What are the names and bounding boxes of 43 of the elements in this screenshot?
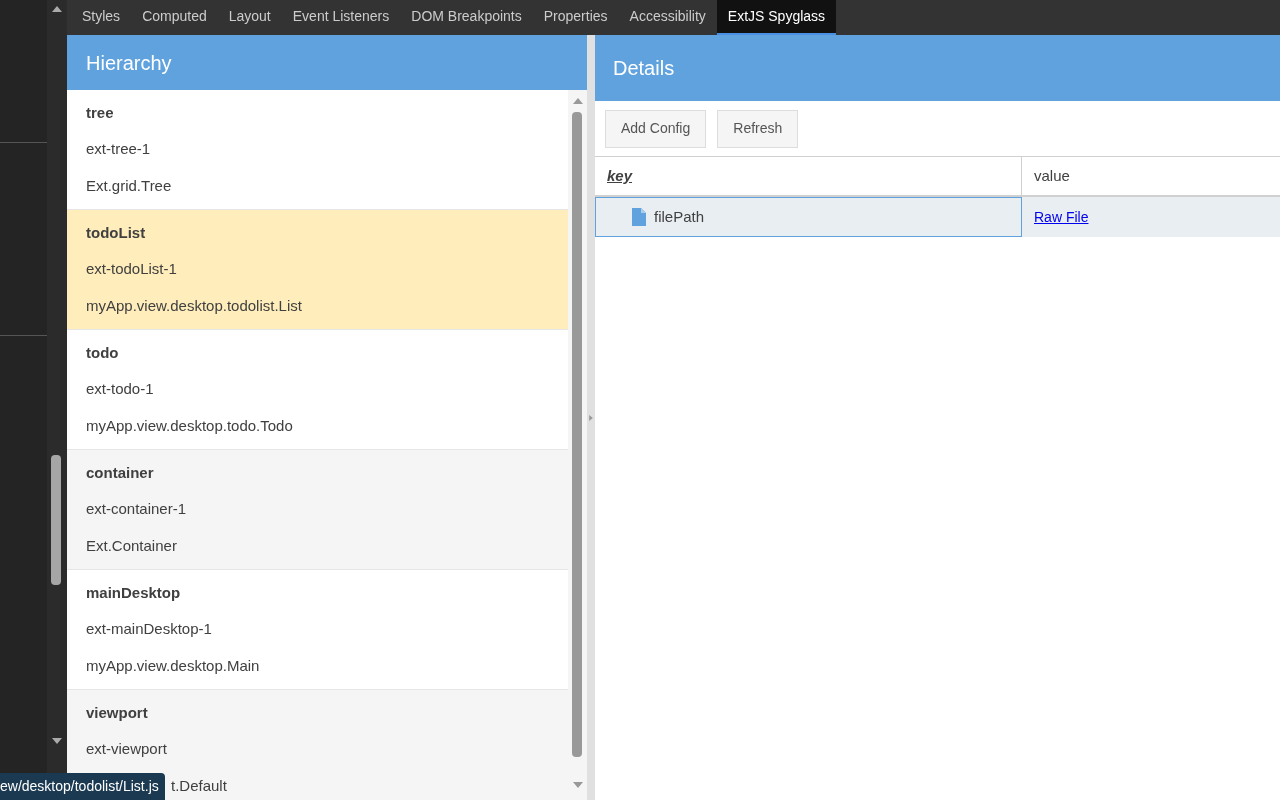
file-icon bbox=[632, 208, 646, 226]
column-header[interactable]: key bbox=[595, 157, 1022, 195]
item-class: myApp.view.desktop.todolist.List bbox=[86, 295, 303, 316]
raw-file-link[interactable]: Raw File bbox=[1034, 206, 1089, 228]
item-class: Ext.Container bbox=[86, 535, 178, 556]
tab[interactable]: Computed bbox=[131, 0, 218, 35]
tab[interactable]: DOM Breakpoints bbox=[400, 0, 533, 35]
grid-row[interactable]: filePath Raw File bbox=[595, 197, 1280, 237]
item-id: ext-todo-1 bbox=[86, 379, 155, 400]
item-class: myApp.view.desktop.todo.Todo bbox=[86, 415, 294, 436]
tab[interactable]: Event Listeners bbox=[281, 0, 401, 35]
tab[interactable]: Layout bbox=[217, 0, 282, 35]
item-id: ext-tree-1 bbox=[86, 139, 152, 160]
item-name: viewport bbox=[86, 702, 149, 723]
scroll-down-icon[interactable] bbox=[52, 736, 62, 746]
tab[interactable]: Accessibility bbox=[618, 0, 717, 35]
item-id: ext-viewport bbox=[86, 739, 168, 760]
item-id: ext-mainDesktop-1 bbox=[86, 619, 213, 640]
item-id: ext-todoList-1 bbox=[86, 259, 178, 280]
tab[interactable]: ExtJS Spyglass bbox=[716, 0, 837, 35]
item-id: ext-container-1 bbox=[86, 499, 188, 520]
panel-title: Details bbox=[613, 56, 675, 81]
item-name: mainDesktop bbox=[86, 582, 182, 603]
toolbar-button[interactable]: Refresh bbox=[717, 109, 799, 148]
item-name: container bbox=[86, 462, 155, 483]
key-cell-text: filePath bbox=[654, 206, 705, 227]
tooltip: ew/desktop/todolist/List.js bbox=[0, 773, 165, 800]
item-name: todoList bbox=[86, 222, 147, 243]
item-class: myApp.view.desktop.Main bbox=[86, 655, 261, 676]
scroll-up-icon[interactable] bbox=[52, 4, 62, 14]
scrollbar-thumb[interactable] bbox=[51, 455, 61, 585]
item-class: t.Default bbox=[171, 775, 228, 796]
hierarchy-item[interactable]: container ext-container-1 Ext.Container bbox=[67, 450, 568, 570]
scrollbar-thumb[interactable] bbox=[572, 112, 582, 757]
item-name: todo bbox=[86, 342, 120, 363]
toolbar-button[interactable]: Add Config bbox=[605, 109, 707, 148]
tab[interactable]: Styles bbox=[71, 0, 132, 35]
item-class: Ext.grid.Tree bbox=[86, 175, 173, 196]
hierarchy-item[interactable]: todoList ext-todoList-1 myApp.view.desktop.todolist.List bbox=[67, 210, 568, 330]
tab[interactable]: Properties bbox=[532, 0, 619, 35]
column-header[interactable]: value bbox=[1022, 157, 1280, 195]
item-name: tree bbox=[86, 102, 115, 123]
panel-title: Hierarchy bbox=[86, 50, 172, 76]
